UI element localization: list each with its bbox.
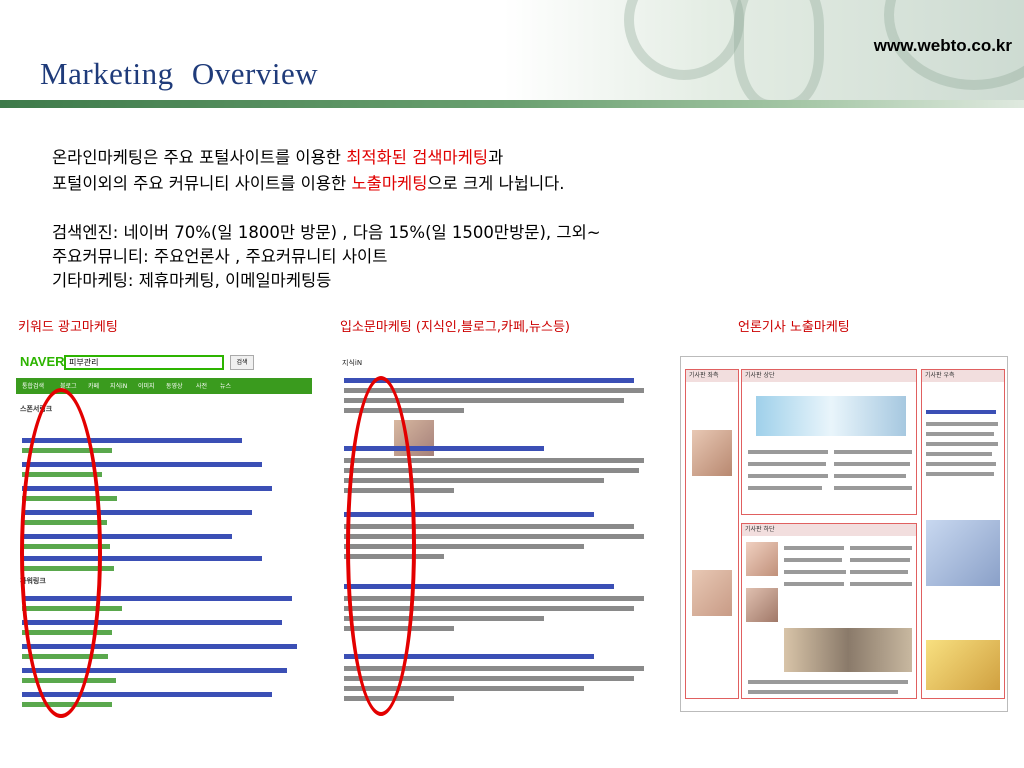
slide-title: Marketing Overview [40, 56, 319, 91]
news-text-line [926, 410, 996, 414]
news-text-line [748, 462, 826, 466]
highlight-oval-viral [346, 376, 416, 716]
news-top-column: 기사판 상단 [741, 369, 917, 515]
news-ad-image [926, 520, 1000, 586]
slide-header: www.webto.co.kr Marketing Overview [0, 0, 1024, 108]
news-right-head: 기사판 우측 [922, 370, 1004, 382]
news-top-head: 기사판 상단 [742, 370, 916, 382]
naver-tab: 사전 [196, 383, 208, 390]
news-ad-banner [926, 640, 1000, 690]
highlight-oval-keyword [20, 388, 102, 718]
news-portal-screenshot: 기사판 좌측 기사판 상단 기사판 하단 기사판 우측 [680, 356, 1008, 712]
news-marketing-label: 언론기사 노출마케팅 [738, 320, 850, 335]
naver-tab: 지식iN [110, 383, 128, 390]
news-text-line [834, 450, 912, 454]
naver-search-button: 검색 [230, 355, 254, 370]
keyword-ad-label: 키워드 광고마케팅 [18, 320, 118, 335]
intro-highlight-exposure: 노출마케팅 [351, 174, 428, 193]
news-left-head: 기사판 좌측 [686, 370, 738, 382]
intro-line-2-suffix: 으로 크게 나뉩니다. [427, 174, 565, 193]
news-text-line [748, 486, 822, 490]
news-text-line [850, 570, 908, 574]
news-text-line [748, 474, 828, 478]
news-photo-strip [784, 628, 912, 672]
news-text-line [850, 558, 910, 562]
detail-search-engine: 검색엔진: 네이버 70%(일 1800만 방문) , 다음 15%(일 150… [52, 223, 601, 242]
news-text-line [926, 452, 992, 456]
news-text-line [748, 690, 898, 694]
news-text-line [926, 462, 996, 466]
intro-line-2: 포털이외의 주요 커뮤니티 사이트를 이용한 노출마케팅으로 크게 나뉩니다. [52, 171, 565, 197]
intro-paragraph: 온라인마케팅은 주요 포털사이트를 이용한 최적화된 검색마케팅과 포털이외의 … [52, 145, 565, 197]
news-text-line [926, 432, 994, 436]
news-left-column: 기사판 좌측 [685, 369, 739, 699]
details-paragraph: 검색엔진: 네이버 70%(일 1800만 방문) , 다음 15%(일 150… [52, 221, 601, 293]
news-banner [756, 396, 906, 436]
news-text-line [850, 546, 912, 550]
viral-marketing-label: 입소문마케팅 (지식인,블로그,카페,뉴스등) [340, 320, 570, 335]
news-right-column: 기사판 우측 [921, 369, 1005, 699]
naver-top-bar: NAVER 피부관리 검색 [16, 348, 312, 374]
news-text-line [926, 472, 994, 476]
naver-search-box: 피부관리 [64, 355, 224, 370]
intro-line-2-text: 포털이외의 주요 커뮤니티 사이트를 이용한 [52, 174, 352, 193]
naver-tab: 카페 [88, 383, 100, 390]
intro-highlight-search: 최적화된 검색마케팅 [346, 148, 489, 167]
news-text-line [784, 570, 846, 574]
news-text-line [850, 582, 912, 586]
news-text-line [834, 474, 906, 478]
naver-tab: 뉴스 [220, 383, 232, 390]
news-bottom-column: 기사판 하단 [741, 523, 917, 699]
news-thumbnail [746, 588, 778, 622]
detail-community: 주요커뮤니티: 주요언론사 , 주요커뮤니티 사이트 [52, 247, 388, 266]
news-text-line [748, 680, 908, 684]
intro-line-1: 온라인마케팅은 주요 포털사이트를 이용한 최적화된 검색마케팅과 [52, 145, 565, 171]
naver-tab: 이미지 [138, 383, 155, 390]
header-divider [0, 100, 1024, 108]
news-thumbnail [692, 430, 732, 476]
news-text-line [926, 442, 998, 446]
detail-other: 기타마케팅: 제휴마케팅, 이메일마케팅등 [52, 271, 332, 290]
news-text-line [784, 558, 842, 562]
news-thumbnail [746, 542, 778, 576]
knowledge-heading: 지식iN [342, 359, 363, 367]
naver-logo: NAVER [20, 354, 65, 369]
news-thumbnail [692, 570, 732, 616]
naver-tab: 동영상 [166, 383, 183, 390]
news-text-line [784, 582, 844, 586]
post-text-line [344, 696, 454, 701]
intro-line-1-suffix: 과 [488, 148, 504, 167]
decorative-circle [734, 0, 824, 108]
intro-line-1-text: 온라인마케팅은 주요 포털사이트를 이용한 [52, 148, 347, 167]
naver-tab: 통합검색 [22, 383, 45, 390]
news-text-line [834, 462, 910, 466]
news-text-line [834, 486, 912, 490]
news-text-line [748, 450, 828, 454]
news-text-line [784, 546, 844, 550]
site-url: www.webto.co.kr [873, 36, 1012, 55]
news-text-line [926, 422, 998, 426]
news-bottom-head: 기사판 하단 [742, 524, 916, 536]
decorative-circle [624, 0, 744, 80]
